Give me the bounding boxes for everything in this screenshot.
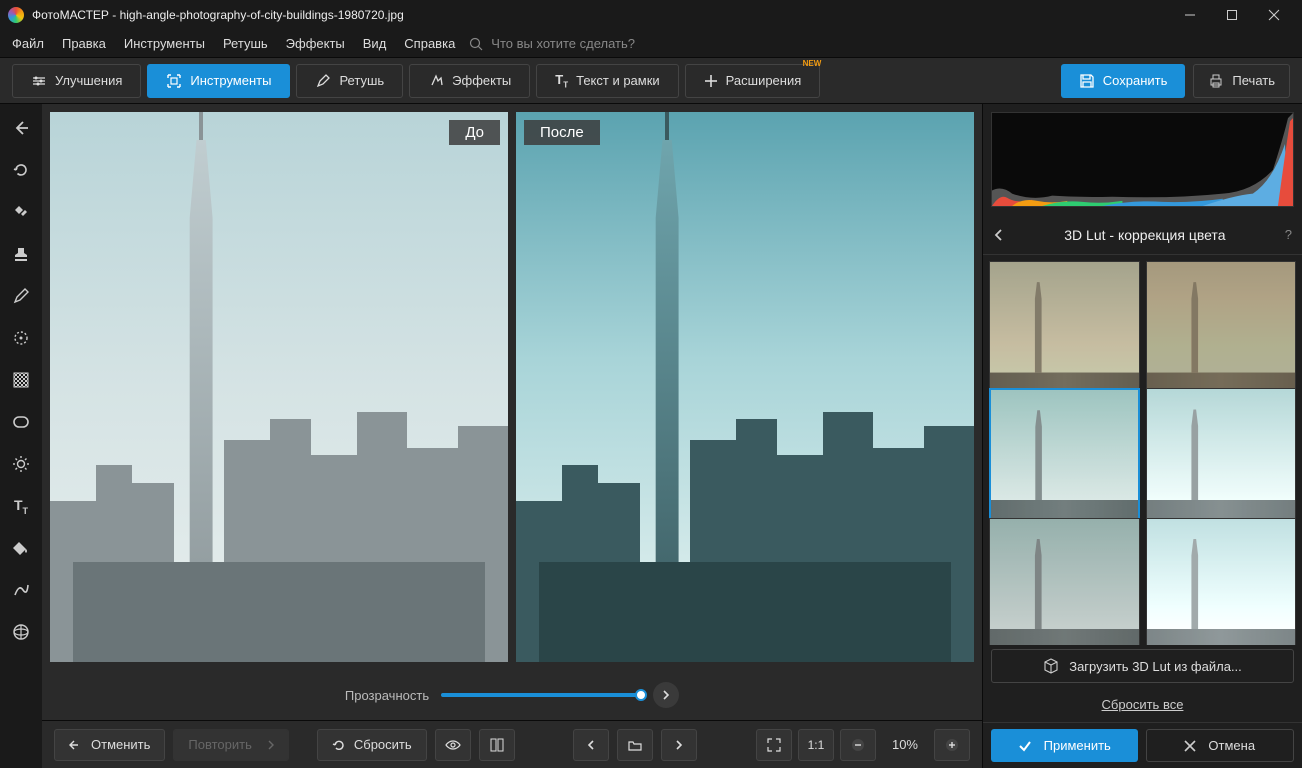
panel-header: 3D Lut - коррекция цвета ? [983,215,1302,255]
browse-button[interactable] [617,729,653,761]
search-placeholder[interactable]: Что вы хотите сделать? [491,36,635,51]
radial-tool[interactable] [7,324,35,352]
load-lut-button[interactable]: Загрузить 3D Lut из файла... [991,649,1294,683]
menu-справка[interactable]: Справка [396,32,463,55]
tab-улучшения[interactable]: Улучшения [12,64,141,98]
menu-правка[interactable]: Правка [54,32,114,55]
menu-файл[interactable]: Файл [4,32,52,55]
preset-4[interactable] [989,518,1140,645]
opacity-bar: Прозрачность [42,670,982,720]
close-button[interactable] [1254,1,1294,29]
panel-title: 3D Lut - коррекция цвета [1015,227,1275,243]
histogram[interactable] [991,112,1294,207]
tab-инструменты[interactable]: Инструменты [147,64,290,98]
after-label: После [524,120,600,145]
opacity-next-button[interactable] [653,682,679,708]
zoom-value: 10% [882,737,928,752]
reset-all-link[interactable]: Сбросить все [983,687,1302,722]
brightness-tool[interactable] [7,450,35,478]
text-tool[interactable]: TT [7,492,35,520]
redo-button[interactable]: Повторить [173,729,288,761]
gradient-tool[interactable] [7,366,35,394]
next-image-button[interactable] [661,729,697,761]
tab-текст и рамки[interactable]: TTТекст и рамки [536,64,678,98]
canvas-area: До [42,104,982,768]
preset-5[interactable] [1146,518,1297,645]
opacity-slider[interactable] [441,693,641,697]
cancel-button[interactable]: Отмена [1146,729,1295,762]
rotate-tool[interactable] [7,156,35,184]
vignette-tool[interactable] [7,408,35,436]
brush-tool[interactable] [7,282,35,310]
minimize-button[interactable] [1170,1,1210,29]
compare-button[interactable] [479,729,515,761]
after-view[interactable]: После [516,112,974,662]
left-toolbar: TT [0,104,42,768]
curve-tool[interactable] [7,576,35,604]
back-button[interactable] [7,114,35,142]
preset-grid: Вечерний Париж Фотопечать Kodak Vision3 … [983,255,1302,645]
reset-button[interactable]: Сбросить [317,729,427,761]
print-button[interactable]: Печать [1193,64,1290,98]
menu-вид[interactable]: Вид [355,32,395,55]
menu-ретушь[interactable]: Ретушь [215,32,276,55]
opacity-label: Прозрачность [345,688,429,703]
window-title: ФотоМАСТЕР - high-angle-photography-of-c… [32,8,1162,22]
preview-eye-button[interactable] [435,729,471,761]
heal-tool[interactable] [7,198,35,226]
tab-эффекты[interactable]: Эффекты [409,64,530,98]
undo-button[interactable]: Отменить [54,729,165,761]
menu-инструменты[interactable]: Инструменты [116,32,213,55]
before-view[interactable]: До [50,112,508,662]
tab-расширения[interactable]: РасширенияNEW [685,64,821,98]
apply-button[interactable]: Применить [991,729,1138,762]
menu-эффекты[interactable]: Эффекты [278,32,353,55]
maximize-button[interactable] [1212,1,1252,29]
new-badge: NEW [803,59,822,68]
before-label: До [449,120,500,145]
right-panel: 3D Lut - коррекция цвета ? Вечерний Пари… [982,104,1302,768]
stamp-tool[interactable] [7,240,35,268]
help-button[interactable]: ? [1285,227,1292,242]
zoom-out-button[interactable] [840,729,876,761]
titlebar: ФотоМАСТЕР - high-angle-photography-of-c… [0,0,1302,30]
main-toolbar: УлучшенияИнструментыРетушьЭффектыTTТекст… [0,58,1302,104]
app-icon [8,7,24,23]
save-button[interactable]: Сохранить [1061,64,1186,98]
panel-back-button[interactable] [993,229,1005,241]
fit-screen-button[interactable] [756,729,792,761]
menubar: ФайлПравкаИнструментыРетушьЭффектыВидСпр… [0,30,1302,58]
fill-tool[interactable] [7,534,35,562]
3dlut-tool[interactable] [7,618,35,646]
prev-image-button[interactable] [573,729,609,761]
bottom-bar: Отменить Повторить Сбросить 1:1 10 [42,720,982,768]
actual-size-button[interactable]: 1:1 [798,729,834,761]
zoom-in-button[interactable] [934,729,970,761]
search-icon [469,37,483,51]
tab-ретушь[interactable]: Ретушь [296,64,403,98]
